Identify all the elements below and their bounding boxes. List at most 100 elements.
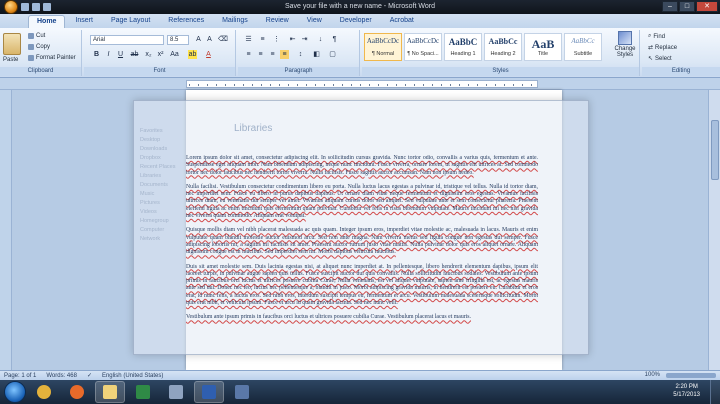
paragraph-4: Duis sit amet molestie sem. Duis lacinia… [186,263,538,307]
zoom-level[interactable]: 100% [645,372,660,378]
select-button[interactable]: ↖ Select [648,55,672,63]
document-body[interactable]: Lorem ipsum dolor sit amet, consectetur … [186,155,538,370]
cut-button[interactable]: Cut [28,33,45,39]
shading-icon[interactable]: ◧ [312,50,321,59]
status-bar: Page: 1 of 1 Words: 468 ✓ English (Unite… [0,370,720,380]
scrollbar-thumb[interactable] [711,120,719,180]
change-styles-button[interactable]: Change Styles [612,31,638,58]
italic-icon[interactable]: I [104,50,113,59]
replace-button[interactable]: ⇄ Replace [648,44,677,52]
borders-icon[interactable]: ▢ [328,50,337,59]
numbering-icon[interactable]: ≡ [258,35,267,44]
cursor-icon: ↖ [648,56,654,62]
copy-icon [28,44,34,50]
multilevel-list-icon[interactable]: ⋮ [272,35,281,44]
superscript-icon[interactable]: x² [156,50,165,59]
scissors-icon [28,33,34,39]
title-bar: Save your file with a new name - Microso… [0,0,720,14]
bold-icon[interactable]: B [92,50,101,59]
style-normal[interactable]: AaBbCcDc ¶ Normal [364,33,402,61]
close-button[interactable]: ✕ [696,1,718,12]
taskbar-app-save[interactable] [227,381,257,403]
font-family-select[interactable]: Arial [90,35,164,45]
strikethrough-icon[interactable]: ab [130,50,139,59]
tab-page-layout[interactable]: Page Layout [103,15,158,28]
style-heading-1[interactable]: AaBbC Heading 1 [444,33,482,61]
taskbar-app-explorer[interactable] [95,381,125,403]
clipboard-group: Paste Cut Copy Format Painter Clipboard [0,30,82,76]
taskbar-app-chrome[interactable] [29,381,59,403]
vertical-ruler [0,90,12,370]
minimize-button[interactable]: – [662,1,678,12]
style-subtitle[interactable]: AaBbCc Subtitle [564,33,602,61]
word-icon [202,385,216,399]
show-desktop-button[interactable] [710,380,720,404]
clipboard-group-label: Clipboard [0,67,81,76]
increase-indent-icon[interactable]: ⇥ [300,35,309,44]
paste-icon[interactable] [3,33,21,55]
highlight-icon[interactable]: ab [188,50,197,59]
decrease-indent-icon[interactable]: ⇤ [288,35,297,44]
tab-developer[interactable]: Developer [332,15,380,28]
window-controls: – □ ✕ [662,1,718,12]
proofing-icon[interactable]: ✓ [87,372,92,379]
tab-review[interactable]: Review [258,15,297,28]
styles-gallery: AaBbCcDc ¶ Normal AaBbCcDc ¶ No Spaci... A… [364,33,602,61]
align-center-icon[interactable]: ≡ [256,50,265,59]
firefox-icon [70,385,84,399]
line-spacing-icon[interactable]: ↕ [296,50,305,59]
tab-insert[interactable]: Insert [67,15,101,28]
align-right-icon[interactable]: ≡ [268,50,277,59]
copy-button[interactable]: Copy [28,44,50,50]
vertical-scrollbar[interactable] [708,90,720,370]
subscript-icon[interactable]: x₂ [144,50,153,59]
taskbar-app-excel[interactable] [128,381,158,403]
taskbar-app-notes[interactable] [161,381,191,403]
window-title: Save your file with a new name - Microso… [284,3,436,10]
pilcrow-icon[interactable]: ¶ [330,35,339,44]
change-case-icon[interactable]: Aa [170,50,179,59]
align-left-icon[interactable]: ≡ [244,50,253,59]
zoom-slider[interactable] [666,373,716,378]
style-heading-2[interactable]: AaBbCc Heading 2 [484,33,522,61]
style-title[interactable]: AaB Title [524,33,562,61]
bullets-icon[interactable]: ☰ [244,35,253,44]
paragraph-3: Quisque mollis diam vel nibh placerat ma… [186,227,538,256]
taskbar: 2:20 PM 5/17/2013 [0,380,720,404]
language[interactable]: English (United States) [102,373,163,379]
tab-mailings[interactable]: Mailings [214,15,256,28]
format-painter-button[interactable]: Format Painter [28,55,76,61]
folder-icon [103,385,117,399]
font-size-select[interactable]: 8.5 [167,35,189,45]
editing-group-label: Editing [642,67,720,76]
find-button[interactable]: ⌕ Find [648,33,665,40]
paste-button[interactable]: Paste [3,57,18,63]
clock-date: 5/17/2013 [673,392,700,398]
maximize-button[interactable]: □ [679,1,695,12]
tab-acrobat[interactable]: Acrobat [382,15,422,28]
grow-font-icon[interactable]: A [194,35,203,44]
sort-icon[interactable]: ↓ [316,35,325,44]
clock-time: 2:20 PM [675,384,698,390]
ruler-bar[interactable] [186,80,538,88]
styles-group-label: Styles [362,67,639,76]
justify-icon[interactable]: ≡ [280,50,289,59]
tab-home[interactable]: Home [28,15,66,28]
shrink-font-icon[interactable]: A [205,35,214,44]
page-count[interactable]: Page: 1 of 1 [4,373,36,379]
word-count[interactable]: Words: 468 [46,373,77,379]
floppy-icon [235,385,249,399]
system-clock[interactable]: 2:20 PM 5/17/2013 [673,383,700,399]
taskbar-app-word[interactable] [194,381,224,403]
start-button[interactable] [4,381,26,403]
taskbar-app-firefox[interactable] [62,381,92,403]
notes-icon [169,385,183,399]
ribbon: Paste Cut Copy Format Painter Clipboard … [0,28,720,78]
underline-icon[interactable]: U [116,50,125,59]
font-color-icon[interactable]: A [204,50,213,59]
tab-view[interactable]: View [299,15,330,28]
style-no-spacing[interactable]: AaBbCcDc ¶ No Spaci... [404,33,442,61]
paragraph-2: Nulla facilisi. Vestibulum consectetur c… [186,183,538,220]
clear-format-icon[interactable]: ⌫ [218,35,228,44]
tab-references[interactable]: References [160,15,212,28]
